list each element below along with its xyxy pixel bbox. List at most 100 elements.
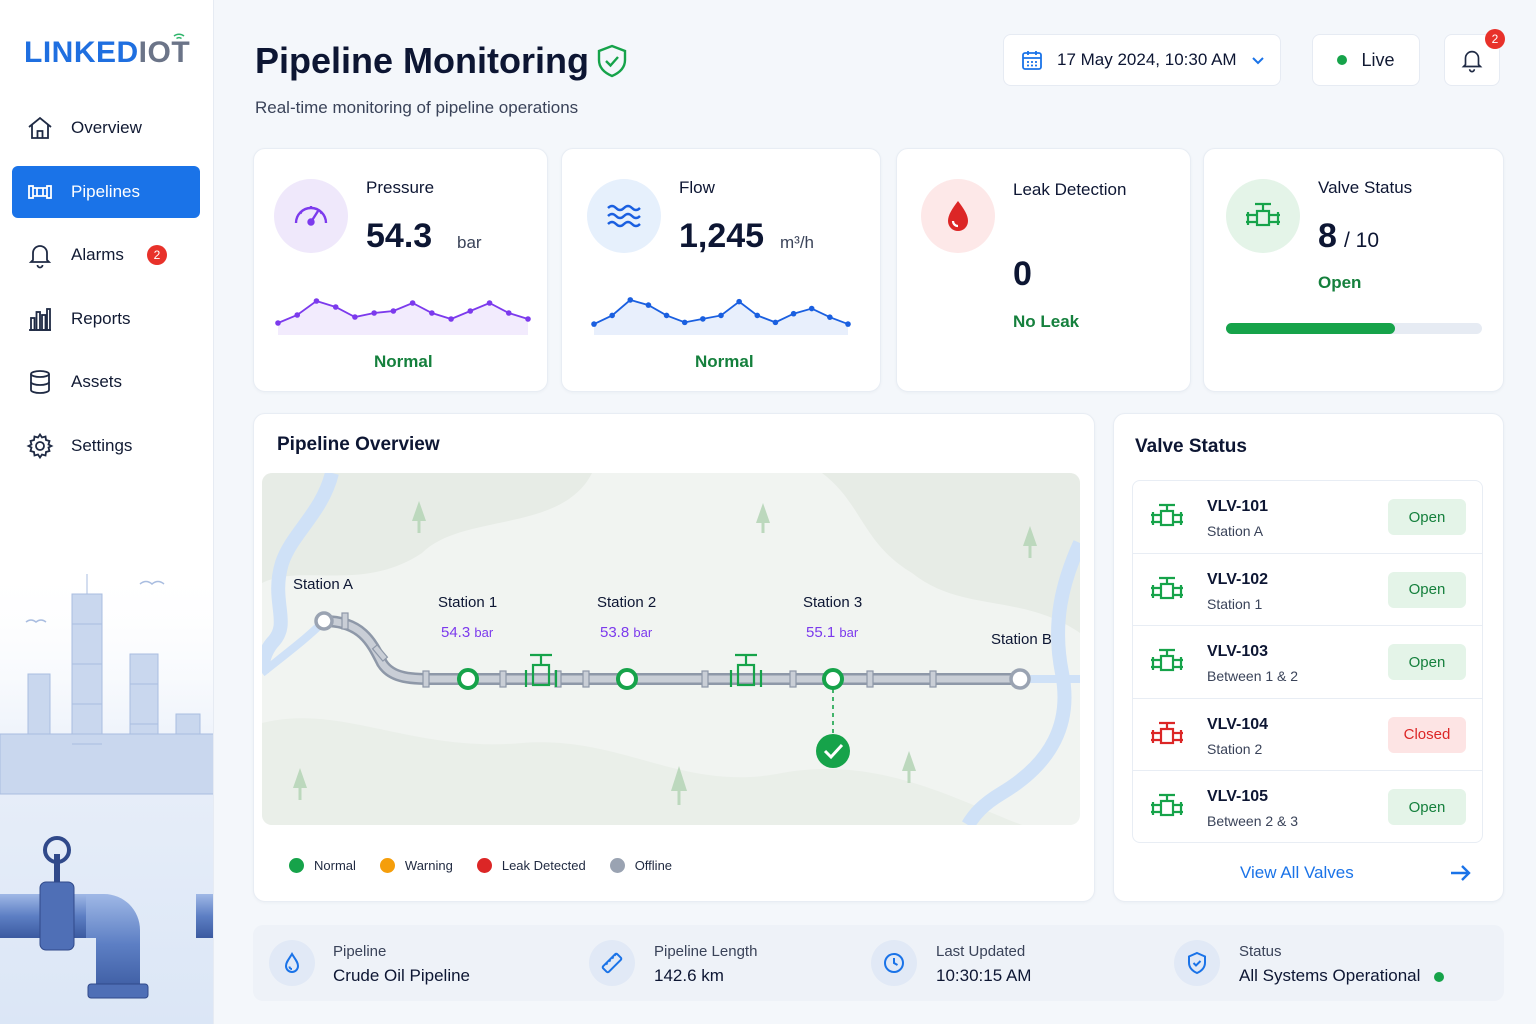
last-updated-value: 10:30:15 AM	[936, 966, 1032, 985]
sidebar: LINKEDIOT Overview Pipelines Alarms 2 Re…	[0, 0, 214, 1024]
station-2-pressure: 53.8 bar	[600, 624, 653, 641]
wave-icon-wrap	[587, 179, 661, 253]
sidebar-item-assets[interactable]: Assets	[12, 356, 200, 408]
notifications-button[interactable]: 2	[1444, 29, 1505, 86]
sidebar-item-label: Assets	[71, 372, 123, 392]
sidebar-item-pipelines[interactable]: Pipelines	[12, 165, 200, 218]
pipeline-map[interactable]: Station A Station 1 54.3 bar Station 2 5…	[262, 473, 1080, 825]
sparkline-point	[681, 319, 688, 326]
signal-icon	[173, 33, 185, 40]
drop-icon-wrap	[269, 940, 315, 986]
calendar-icon	[1022, 51, 1042, 70]
sparkline-point	[827, 314, 833, 320]
pressure-status: Normal	[374, 352, 433, 371]
pipeline-info-bar: Pipeline Crude Oil Pipeline Pipeline Len…	[253, 925, 1504, 1001]
valve-status-badge: Open	[1388, 571, 1466, 608]
sidebar-item-overview[interactable]: Overview	[12, 102, 200, 154]
sparkline-point	[390, 308, 397, 314]
station-a-label: Station A	[293, 576, 354, 593]
station-3-node	[822, 668, 844, 690]
app-logo[interactable]: LINKEDIOT	[24, 36, 190, 70]
legend-dot	[289, 858, 304, 873]
gear-icon	[26, 432, 54, 460]
valve-row[interactable]: VLV-101 Station A Open	[1133, 481, 1482, 554]
pressure-sparkline	[275, 298, 531, 335]
station-b-label: Station B	[991, 631, 1052, 648]
pipeline-map-canvas	[262, 473, 1080, 825]
sparkline-point	[718, 312, 724, 319]
valve-status-badge: Open	[1388, 644, 1466, 681]
status-legend: Normal Warning Leak Detected Offline	[289, 858, 696, 873]
flow-card[interactable]: Flow 1,245 m³/h Normal	[561, 148, 881, 392]
valve-status-panel: Valve Status VLV-101 Station A Open VLV-…	[1113, 413, 1504, 902]
valve-status-badge: Open	[1388, 789, 1466, 826]
valve-label: Valve Status	[1318, 178, 1413, 197]
station-3-pressure: 55.1 bar	[806, 624, 859, 641]
pressure-card[interactable]: Pressure 54.3 bar Normal	[253, 148, 548, 392]
shield-check-icon	[1188, 951, 1206, 975]
station-1-pressure: 54.3 bar	[441, 624, 494, 641]
sparkline-point	[627, 297, 634, 303]
shield-icon-wrap	[1174, 940, 1220, 986]
valve-icon	[1246, 202, 1280, 227]
live-label: Live	[1361, 49, 1395, 70]
leak-label: Leak Detection	[1013, 180, 1127, 199]
sparkline-point	[845, 321, 851, 327]
valve-status-card[interactable]: Valve Status 8 / 10 Open	[1203, 148, 1504, 392]
sidebar-item-alarms[interactable]: Alarms 2	[12, 229, 200, 281]
valve-row[interactable]: VLV-103 Between 1 & 2 Open	[1133, 626, 1482, 699]
sidebar-item-label: Pipelines	[71, 181, 140, 201]
pressure-value: 54.3	[366, 217, 433, 255]
sparkline-point	[609, 312, 615, 319]
sparkline-point	[409, 300, 416, 306]
valve-status-text: Open	[1318, 273, 1362, 292]
valve-id: VLV-103	[1207, 643, 1269, 661]
valve-id: VLV-105	[1207, 788, 1269, 806]
bell-icon	[28, 245, 52, 269]
leak-detection-card[interactable]: Leak Detection 0 No Leak	[896, 148, 1191, 392]
valve-id: VLV-104	[1207, 715, 1269, 733]
sparkline-point	[352, 314, 358, 320]
system-status-label: Status	[1239, 943, 1282, 960]
view-all-valves-link[interactable]: View All Valves	[1240, 863, 1354, 883]
sparkline-point	[294, 312, 301, 318]
valve-id: VLV-101	[1207, 498, 1269, 515]
date-picker[interactable]: 17 May 2024, 10:30 AM	[1003, 34, 1281, 86]
valve-icon	[1151, 649, 1183, 672]
water-drop-icon	[284, 952, 300, 973]
sparkline-point	[467, 308, 474, 314]
station-2-label: Station 2	[597, 594, 657, 611]
valve-location: Station A	[1207, 523, 1264, 539]
valve-id: VLV-102	[1207, 570, 1269, 588]
legend-item-warning: Warning	[379, 858, 453, 873]
valve-progress-fill	[1226, 323, 1395, 334]
valve-total: / 10	[1344, 229, 1380, 252]
legend-dot	[609, 858, 625, 873]
system-status-value: All Systems Operational	[1239, 966, 1445, 986]
sidebar-item-label: Settings	[71, 435, 133, 455]
gauge-icon	[294, 206, 328, 226]
valve-status-badge: Open	[1388, 499, 1466, 535]
valve-row[interactable]: VLV-105 Between 2 & 3 Open	[1133, 771, 1482, 842]
leak-value: 0	[1013, 255, 1032, 293]
page-title: Pipeline Monitoring	[255, 40, 589, 81]
sidebar-item-reports[interactable]: Reports	[12, 293, 200, 345]
valve-row[interactable]: VLV-104 Station 2 Closed	[1133, 699, 1482, 772]
sidebar-item-settings[interactable]: Settings	[12, 420, 200, 472]
valve-location: Between 1 & 2	[1207, 668, 1299, 685]
chevron-down-icon	[1251, 57, 1264, 65]
pipeline-icon	[28, 184, 52, 199]
legend-dot	[476, 858, 492, 873]
pipeline-value: Crude Oil Pipeline	[333, 966, 471, 985]
valve-row[interactable]: VLV-102 Station 1 Open	[1133, 554, 1482, 627]
sparkline-point	[505, 310, 512, 316]
pipeline-overview-title: Pipeline Overview	[277, 434, 440, 455]
ruler-icon-wrap	[589, 940, 635, 986]
sparkline-point	[754, 312, 761, 319]
alarm-count-badge: 2	[146, 245, 167, 266]
live-toggle[interactable]: Live	[1312, 34, 1420, 86]
valve-status-title: Valve Status	[1135, 436, 1247, 457]
arrow-right-icon[interactable]	[1448, 861, 1472, 885]
station-2-node	[616, 668, 638, 690]
flow-label: Flow	[679, 178, 715, 197]
